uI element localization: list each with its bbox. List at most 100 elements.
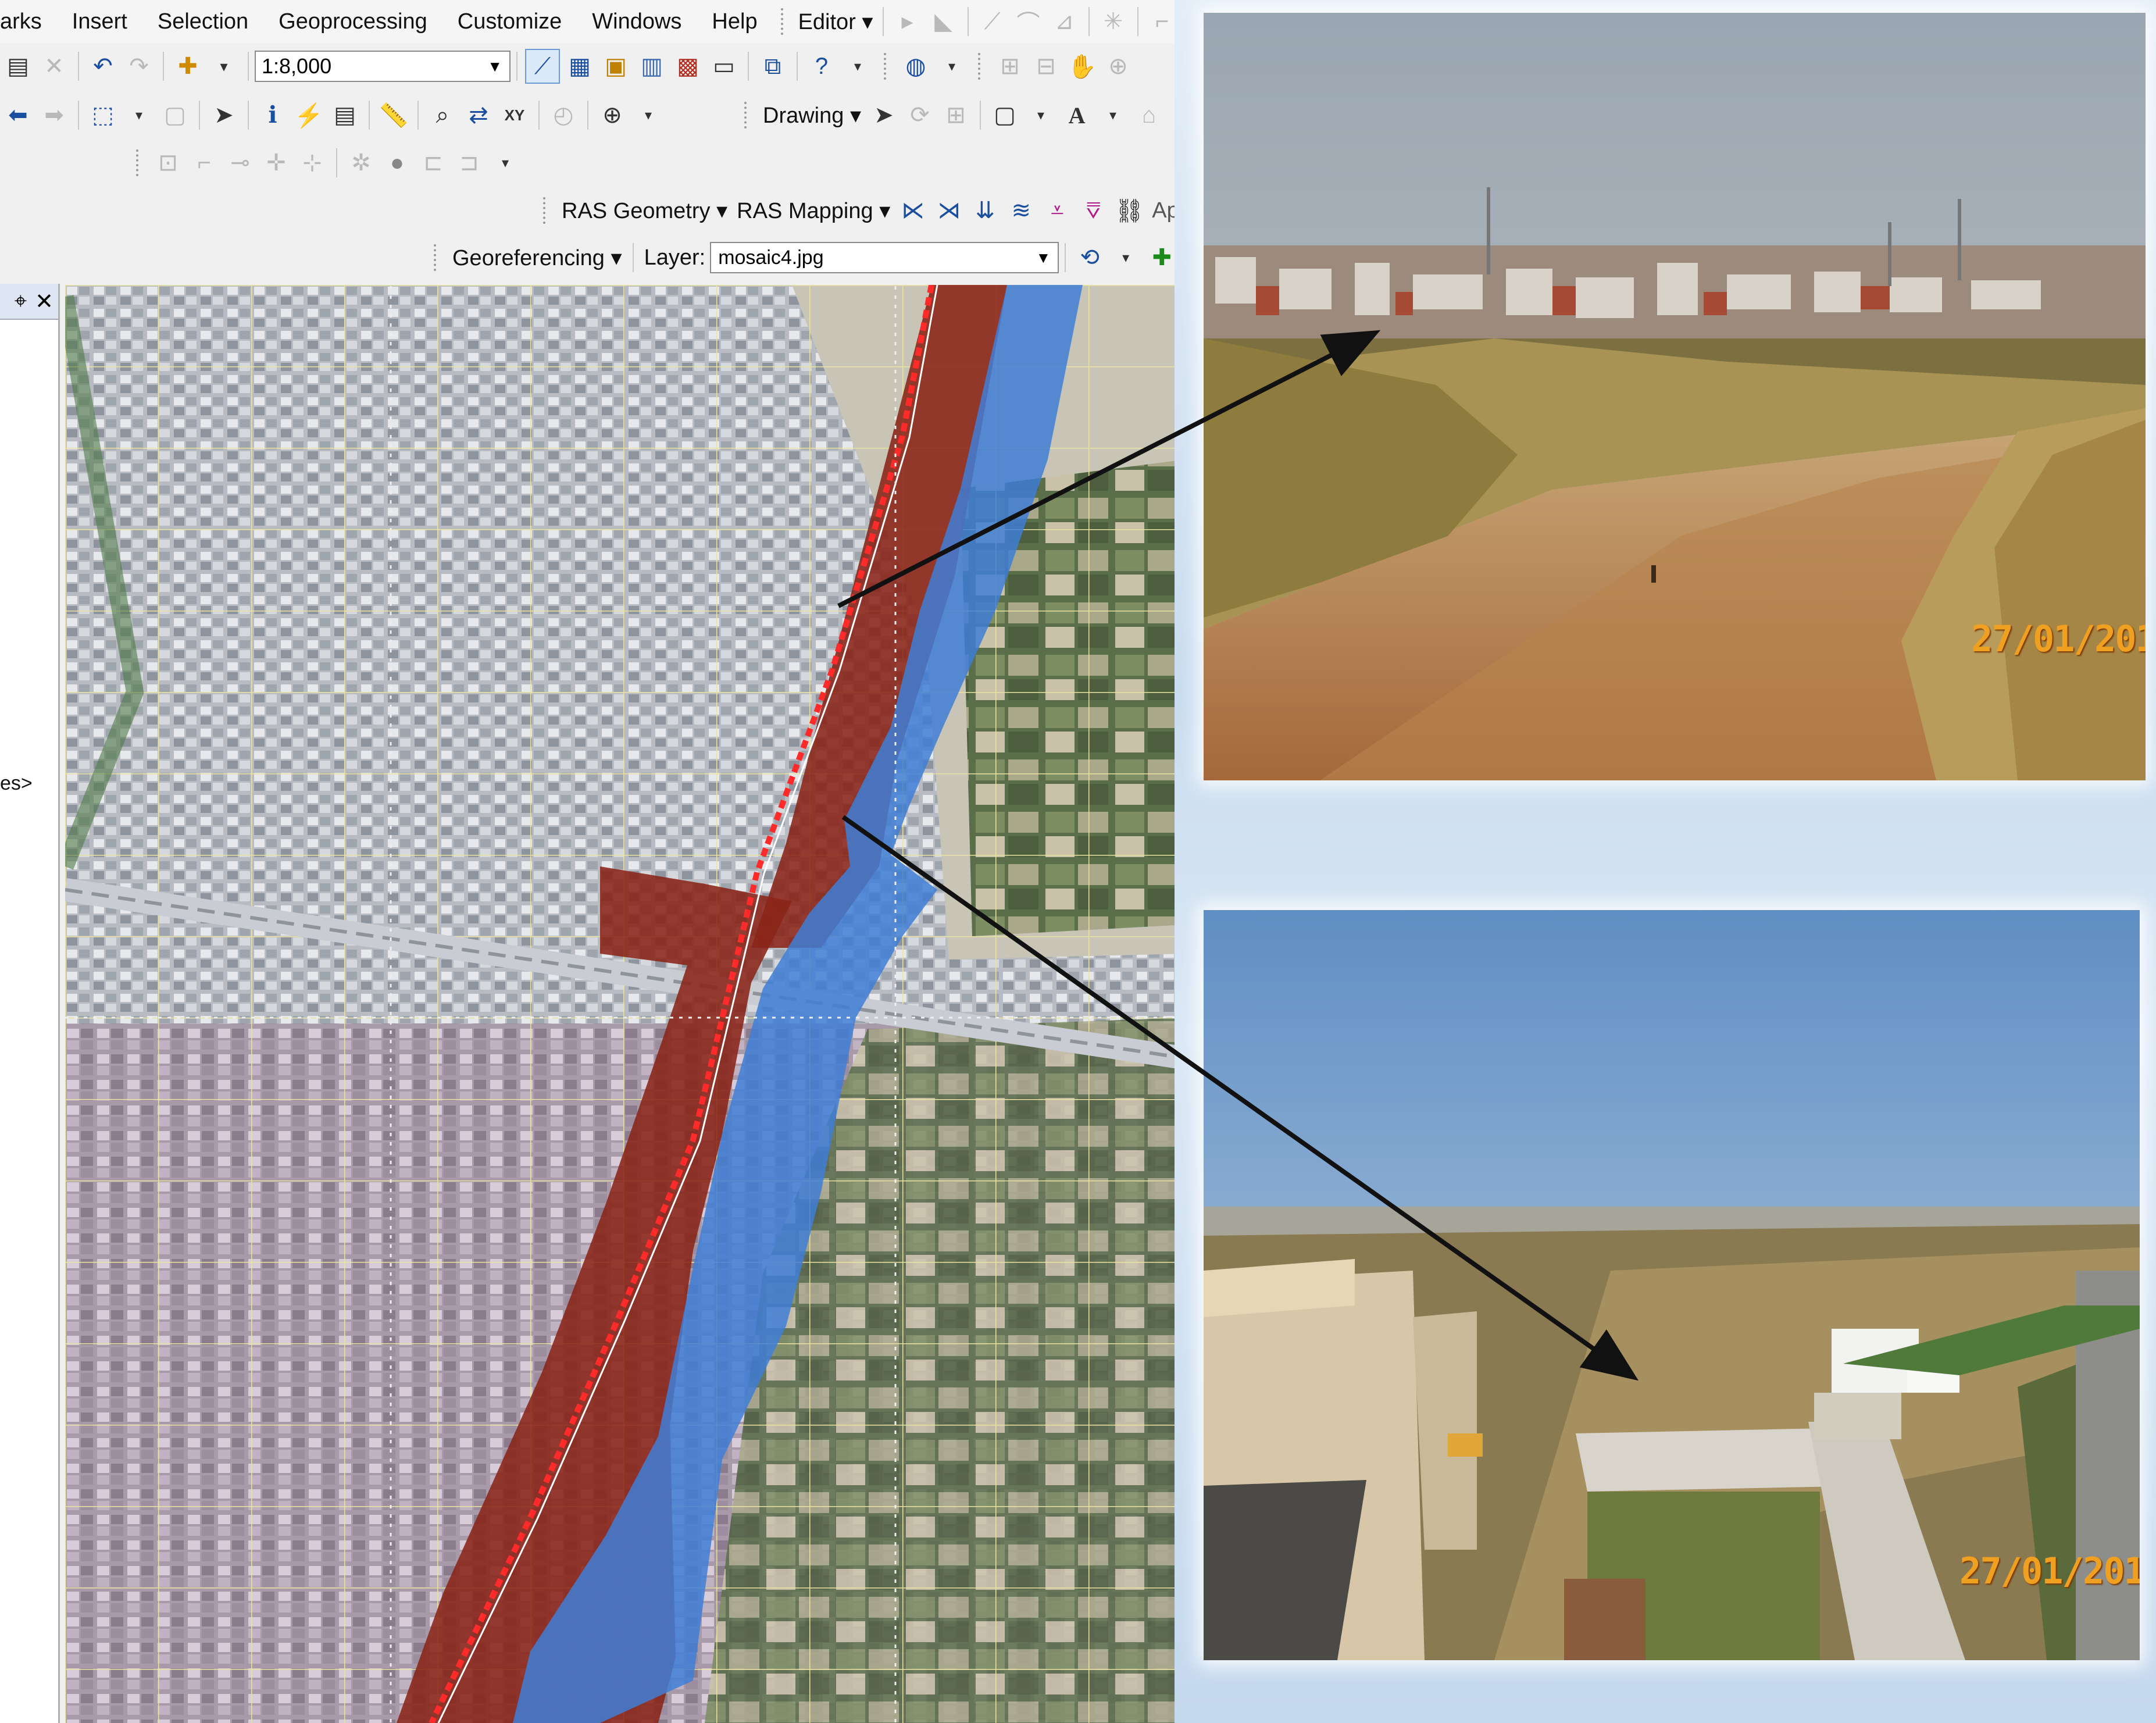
- menu-insert[interactable]: Insert: [57, 9, 142, 34]
- toolbar-options-icon[interactable]: ▾: [936, 50, 968, 83]
- water-surface-icon[interactable]: ⩡: [1041, 194, 1073, 227]
- add-control-points-icon[interactable]: ✚: [1145, 241, 1178, 274]
- ras-geometry-menu[interactable]: RAS Geometry ▾: [557, 198, 732, 224]
- toolbar-grip[interactable]: [744, 102, 750, 129]
- vertex-snapping-icon[interactable]: ⊸: [224, 147, 256, 179]
- rotate-icon[interactable]: ⟳: [904, 99, 936, 131]
- add-data-icon[interactable]: ✚: [172, 50, 204, 83]
- clear-selection-icon[interactable]: ▢: [159, 99, 191, 131]
- tangent-icon[interactable]: ⊐: [453, 147, 486, 179]
- arctoolbox-icon[interactable]: ▩: [672, 50, 704, 83]
- go-forward-icon[interactable]: ➡: [38, 99, 70, 131]
- modelbuilder-icon[interactable]: ⧉: [756, 50, 789, 83]
- editor-menu[interactable]: Editor ▾: [795, 9, 877, 35]
- editor-toolbar-icon[interactable]: ⟋: [525, 49, 560, 84]
- find-route-icon[interactable]: ⇄: [462, 99, 495, 131]
- paste-icon[interactable]: ▤: [2, 50, 34, 83]
- fixed-zoom-out-icon[interactable]: ⊟: [1030, 50, 1062, 83]
- zoom-to-selected-icon[interactable]: ⊞: [940, 99, 972, 131]
- menu-geoprocessing[interactable]: Geoprocessing: [263, 9, 442, 34]
- menu-help[interactable]: Help: [697, 9, 772, 34]
- edit-vertices-icon[interactable]: ✳: [1097, 5, 1130, 38]
- whats-this-icon[interactable]: ?: [805, 50, 838, 83]
- drawing-menu[interactable]: Drawing ▾: [758, 102, 866, 129]
- create-viewer-icon[interactable]: ⊕: [596, 99, 629, 131]
- rectangle-icon[interactable]: ▢: [988, 99, 1021, 131]
- delete-icon[interactable]: ✕: [38, 50, 70, 83]
- cross-section-icon[interactable]: ≋: [1005, 194, 1037, 227]
- edit-tool-icon[interactable]: ▸: [891, 5, 924, 38]
- georeferencing-menu[interactable]: Georeferencing ▾: [448, 245, 627, 271]
- select-elements-icon[interactable]: ➤: [208, 99, 240, 131]
- toolbar-grip[interactable]: [434, 244, 440, 271]
- menu-bookmarks[interactable]: arks: [0, 9, 57, 34]
- find-icon[interactable]: ⌕: [426, 99, 459, 131]
- map-display[interactable]: [65, 285, 1186, 1723]
- edit-vertices-icon[interactable]: ⌂: [1133, 99, 1165, 131]
- go-to-xy-icon[interactable]: XY: [498, 99, 531, 131]
- pin-icon[interactable]: ⌖: [15, 289, 27, 314]
- hyperlink-icon[interactable]: ⚡: [292, 99, 325, 131]
- rotate-raster-icon[interactable]: ⟲: [1073, 241, 1106, 274]
- toolbar-options-icon[interactable]: ▾: [489, 147, 522, 179]
- select-features-icon[interactable]: ⬚: [87, 99, 119, 131]
- chevron-down-icon: ▼: [487, 57, 502, 75]
- reshape-icon[interactable]: ⌐: [1146, 5, 1179, 38]
- edit-annotation-icon[interactable]: ◣: [927, 5, 960, 38]
- catalog-icon[interactable]: ▣: [599, 50, 632, 83]
- table-of-contents-icon[interactable]: ▦: [563, 50, 596, 83]
- toolbar-grip[interactable]: [978, 53, 984, 80]
- intersection-snapping-icon[interactable]: ✲: [345, 147, 377, 179]
- go-back-icon[interactable]: ⬅: [2, 99, 34, 131]
- close-icon[interactable]: ✕: [35, 288, 53, 315]
- text-dropdown-icon[interactable]: ▾: [1097, 99, 1129, 131]
- fixed-zoom-in-icon[interactable]: ⊞: [994, 50, 1026, 83]
- toolbar-grip[interactable]: [136, 149, 142, 176]
- toolbar-grip[interactable]: [884, 53, 890, 80]
- edge-snapping-icon[interactable]: ✛: [260, 147, 292, 179]
- undo-icon[interactable]: ↶: [87, 50, 119, 83]
- select-elements-icon[interactable]: ➤: [868, 99, 900, 131]
- time-slider-icon[interactable]: ◴: [547, 99, 580, 131]
- separator: [336, 148, 337, 177]
- flow-direction-icon[interactable]: ⇊: [969, 194, 1001, 227]
- select-dropdown-icon[interactable]: ▾: [123, 99, 155, 131]
- flood-extent-icon[interactable]: ⩢: [1077, 194, 1109, 227]
- measure-icon[interactable]: 📏: [377, 99, 410, 131]
- menu-windows[interactable]: Windows: [577, 9, 697, 34]
- assign-reach-measure-icon[interactable]: ⋊: [933, 194, 965, 227]
- pan-icon[interactable]: ✋: [1066, 50, 1098, 83]
- link-icon[interactable]: ⛓: [1113, 194, 1145, 227]
- redo-icon[interactable]: ↷: [123, 50, 155, 83]
- map-scale-value: 1:8,000: [262, 54, 332, 78]
- sphere-icon[interactable]: ●: [381, 147, 413, 179]
- straight-segment-icon[interactable]: ⟋: [976, 5, 1009, 38]
- map-scale-combobox[interactable]: 1:8,000 ▼: [255, 51, 511, 82]
- menu-customize[interactable]: Customize: [442, 9, 577, 34]
- globe-icon[interactable]: ◍: [899, 50, 932, 83]
- point-snapping-icon[interactable]: ⊡: [152, 147, 184, 179]
- trace-icon[interactable]: ⊿: [1048, 5, 1081, 38]
- end-point-arc-icon[interactable]: ⌒: [1012, 5, 1045, 38]
- toolbar-options-icon[interactable]: ▾: [841, 50, 874, 83]
- toolbar-options-icon[interactable]: ▾: [632, 99, 665, 131]
- rotate-dropdown-icon[interactable]: ▾: [1109, 241, 1142, 274]
- full-extent-icon[interactable]: ⊕: [1102, 50, 1134, 83]
- html-popup-icon[interactable]: ▤: [329, 99, 361, 131]
- ras-mapping-menu[interactable]: RAS Mapping ▾: [732, 198, 895, 224]
- add-data-dropdown-icon[interactable]: ▾: [208, 50, 240, 83]
- edge-tool-icon[interactable]: ⊏: [417, 147, 449, 179]
- table-of-contents-panel: ⌖ ✕ es>: [0, 284, 60, 1723]
- identify-icon[interactable]: ℹ: [256, 99, 289, 131]
- midpoint-snapping-icon[interactable]: ⊹: [296, 147, 329, 179]
- assign-river-id-icon[interactable]: ⋉: [897, 194, 929, 227]
- search-window-icon[interactable]: ▥: [636, 50, 668, 83]
- toolbar-grip[interactable]: [780, 8, 787, 35]
- end-snapping-icon[interactable]: ⌐: [188, 147, 220, 179]
- toolbar-grip[interactable]: [543, 197, 549, 224]
- python-window-icon[interactable]: ▭: [708, 50, 740, 83]
- text-tool-icon[interactable]: A: [1061, 99, 1093, 131]
- menu-selection[interactable]: Selection: [142, 9, 263, 34]
- rectangle-dropdown-icon[interactable]: ▾: [1025, 99, 1057, 131]
- georef-layer-combobox[interactable]: mosaic4.jpg ▼: [710, 242, 1059, 273]
